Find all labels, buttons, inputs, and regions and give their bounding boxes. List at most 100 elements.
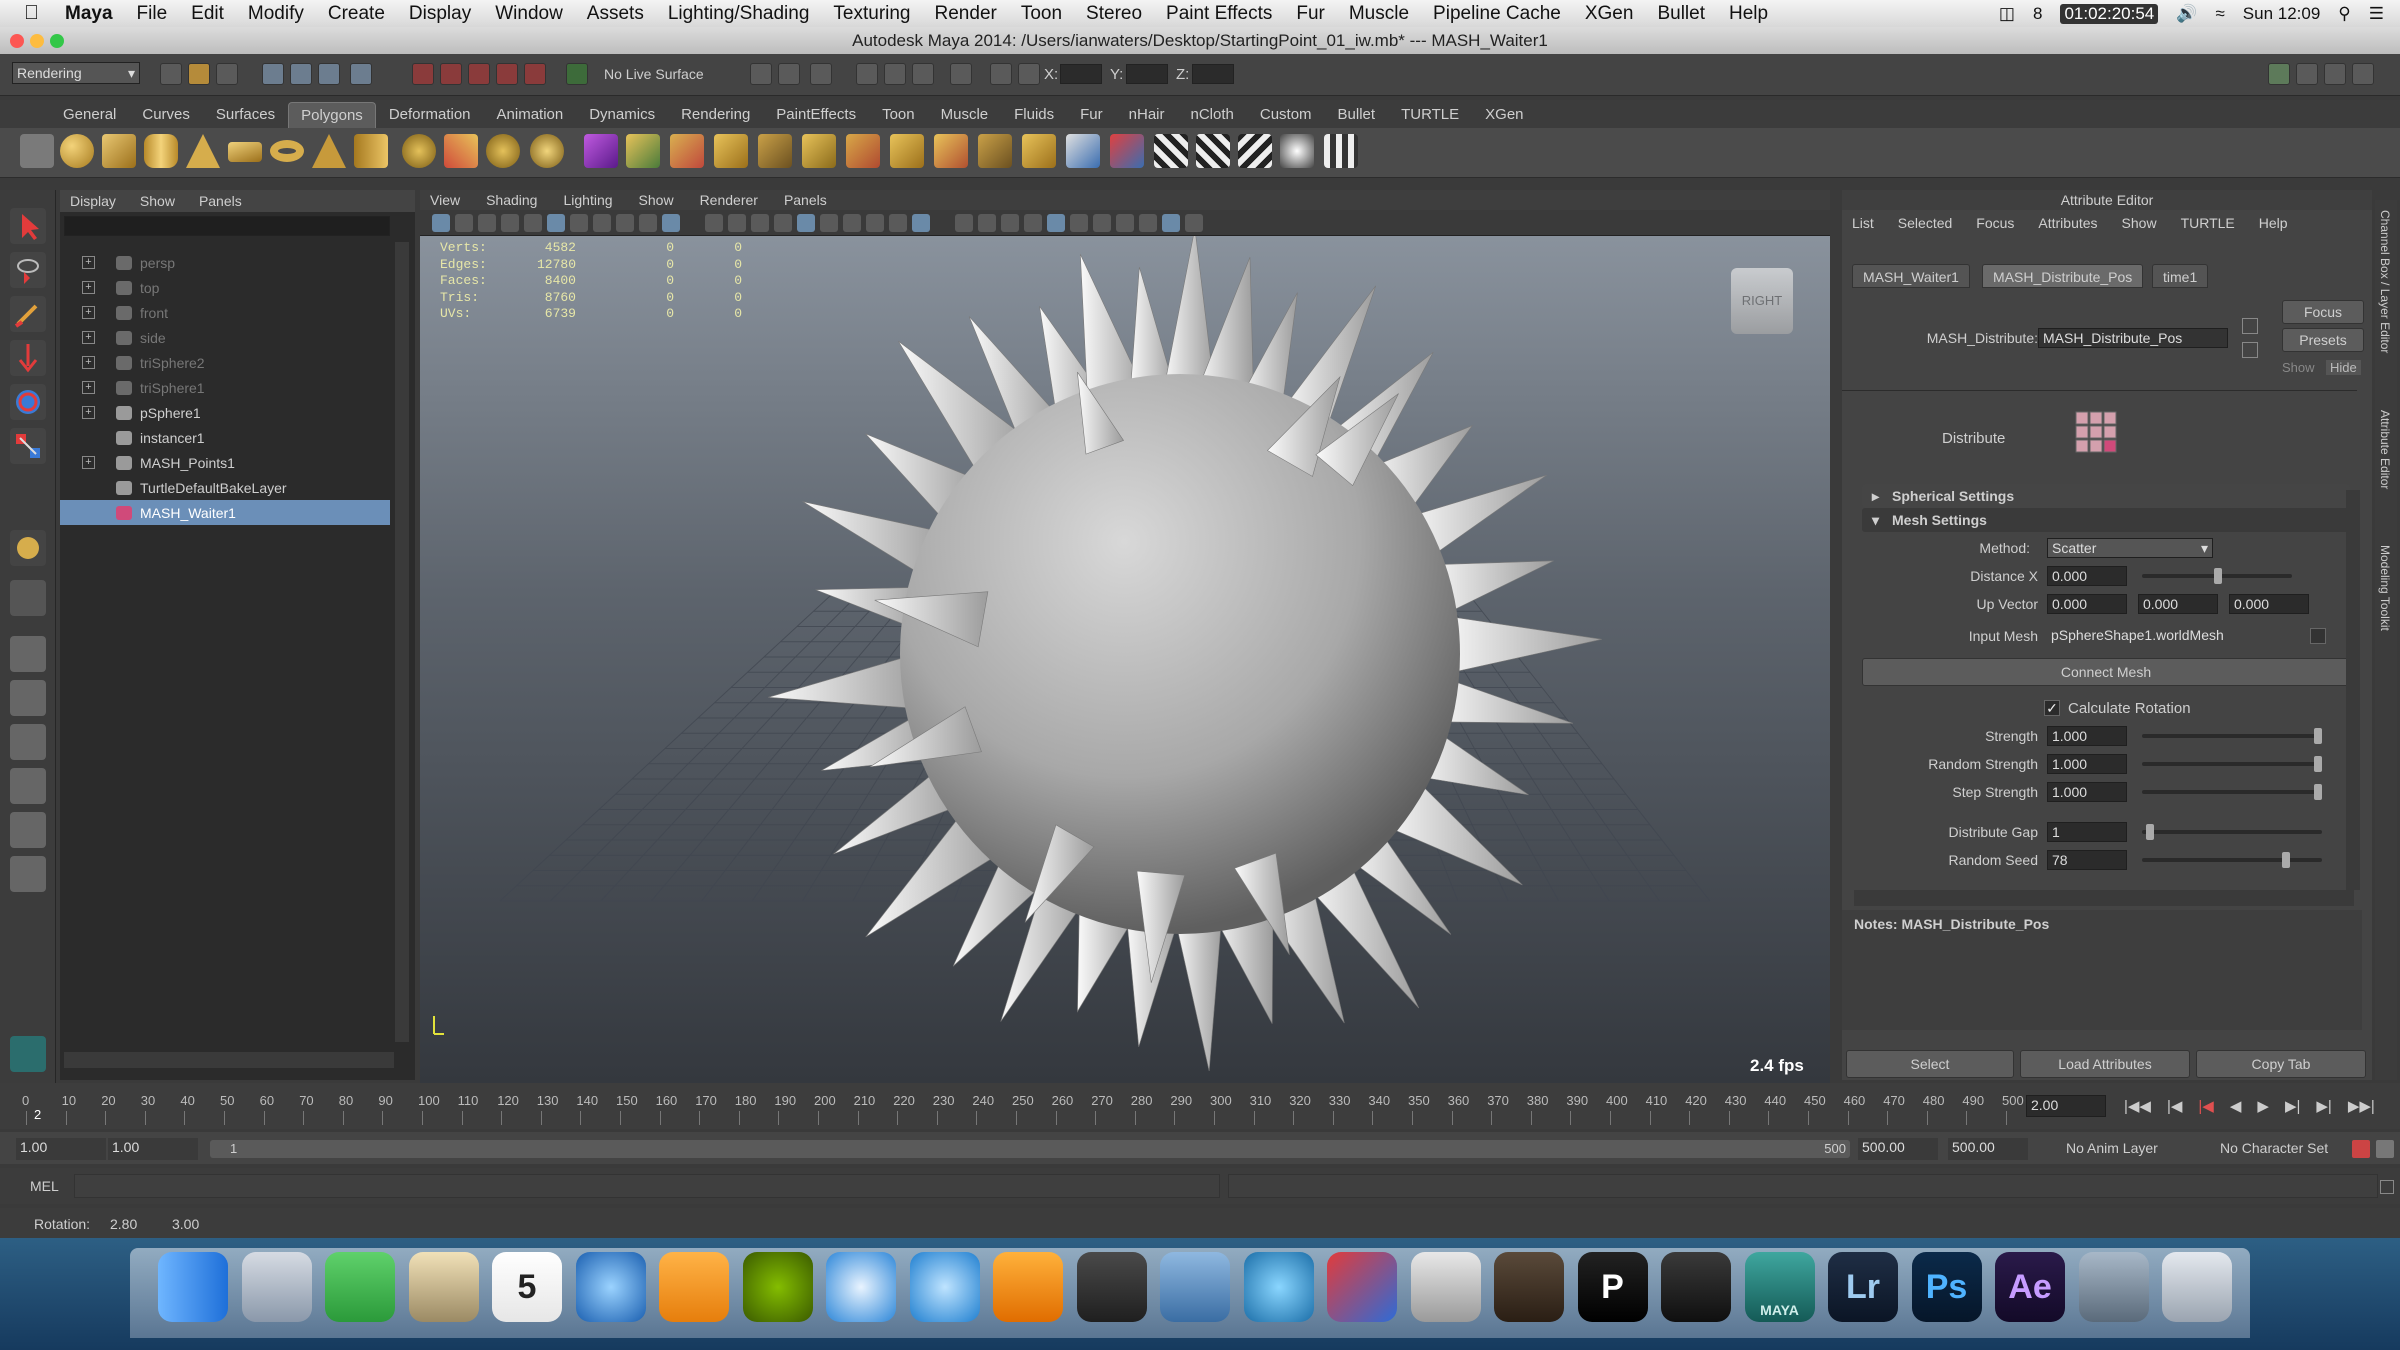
- snap-surface-icon[interactable]: [524, 63, 546, 85]
- live-surface-icon[interactable]: [566, 63, 588, 85]
- playback-end-field[interactable]: 500.00: [1858, 1138, 1938, 1160]
- distribute-gap-field[interactable]: 1: [2047, 822, 2127, 842]
- viewport-tool-icon[interactable]: [1162, 214, 1180, 232]
- step-forward-key-icon[interactable]: ▶|: [2316, 1097, 2331, 1115]
- shelf-tab-rendering[interactable]: Rendering: [668, 101, 763, 128]
- outliner-menu-show[interactable]: Show: [140, 193, 175, 209]
- shelf-options-icon[interactable]: [20, 134, 54, 168]
- wedge-icon[interactable]: [934, 134, 968, 168]
- checker-icon[interactable]: [1154, 134, 1188, 168]
- shelf-tab-custom[interactable]: Custom: [1247, 101, 1325, 128]
- shelf-tab-deformation[interactable]: Deformation: [376, 101, 484, 128]
- spotify-icon[interactable]: [742, 1252, 813, 1322]
- view-cube[interactable]: RIGHT: [1731, 268, 1793, 334]
- distance-x-field[interactable]: 0.000: [2047, 566, 2127, 586]
- expand-icon[interactable]: +: [82, 331, 95, 344]
- lightroom-icon[interactable]: Lr: [1828, 1252, 1898, 1322]
- distribute-gap-slider[interactable]: [2142, 824, 2322, 840]
- attribute-hscrollbar[interactable]: [1854, 890, 2354, 906]
- last-tool-icon[interactable]: [10, 580, 46, 616]
- toggle-channel-box-icon[interactable]: [2324, 63, 2346, 85]
- menu-display[interactable]: Display: [397, 3, 483, 25]
- calendar-icon[interactable]: 5: [492, 1252, 562, 1322]
- render-layout-icon[interactable]: [10, 856, 46, 892]
- poly-torus-icon[interactable]: [270, 140, 304, 162]
- mash-icon[interactable]: [584, 134, 618, 168]
- offset-icon[interactable]: [1022, 134, 1056, 168]
- animation-preferences-icon[interactable]: [2376, 1140, 2394, 1158]
- photoshop-icon[interactable]: Ps: [1911, 1252, 1982, 1322]
- vlc-icon[interactable]: [993, 1252, 1063, 1322]
- outliner-item[interactable]: TurtleDefaultBakeLayer: [60, 475, 390, 500]
- focus-button[interactable]: Focus: [2282, 300, 2364, 324]
- save-scene-icon[interactable]: [216, 63, 238, 85]
- attr-menu-attributes[interactable]: Attributes: [2038, 215, 2097, 231]
- render-frame-icon[interactable]: [856, 63, 878, 85]
- uv-sphere-icon[interactable]: [1280, 134, 1314, 168]
- outliner-item[interactable]: + triSphere2: [60, 350, 390, 375]
- outliner-menu-display[interactable]: Display: [70, 193, 116, 209]
- ink-icon[interactable]: [1661, 1252, 1731, 1322]
- menu-file[interactable]: File: [125, 3, 180, 25]
- current-time-field[interactable]: 2.00: [2026, 1095, 2106, 1117]
- viewport-tool-icon[interactable]: [774, 214, 792, 232]
- text-icon[interactable]: [1410, 1252, 1481, 1322]
- y-field[interactable]: [1126, 64, 1168, 84]
- viewport-tool-icon[interactable]: [455, 214, 473, 232]
- random-seed-field[interactable]: 78: [2047, 850, 2127, 870]
- viewport-tool-icon[interactable]: [955, 214, 973, 232]
- select-object-icon[interactable]: [290, 63, 312, 85]
- shelf-tab-xgen[interactable]: XGen: [1472, 101, 1536, 128]
- step-forward-frame-icon[interactable]: ▶|: [2285, 1097, 2300, 1115]
- attr-menu-turtle[interactable]: TURTLE: [2181, 215, 2235, 231]
- notes-area[interactable]: Notes: MASH_Distribute_Pos: [1842, 910, 2362, 1030]
- mel-label[interactable]: MEL: [30, 1178, 59, 1194]
- viewport-menu-panels[interactable]: Panels: [784, 192, 827, 208]
- select-button[interactable]: Select: [1846, 1050, 2014, 1078]
- menu-assets[interactable]: Assets: [575, 3, 656, 25]
- paint-select-icon[interactable]: [10, 296, 46, 332]
- viewport-tool-icon[interactable]: [524, 214, 542, 232]
- hide-button[interactable]: Hide: [2326, 360, 2361, 375]
- notifications-icon[interactable]: ☰: [2369, 4, 2384, 24]
- z-field[interactable]: [1192, 64, 1234, 84]
- transform-mode-icon[interactable]: [990, 63, 1012, 85]
- viewport-tool-icon[interactable]: [866, 214, 884, 232]
- wifi-icon[interactable]: ≈: [2215, 4, 2224, 24]
- go-to-end-icon[interactable]: ▶▶|: [2348, 1097, 2375, 1115]
- viewport-tool-icon[interactable]: [1024, 214, 1042, 232]
- select-tool-icon[interactable]: [10, 208, 46, 244]
- render-view-icon[interactable]: [810, 63, 832, 85]
- viewport-tool-icon[interactable]: [1093, 214, 1111, 232]
- expand-icon[interactable]: +: [82, 356, 95, 369]
- viewport-tool-icon[interactable]: [639, 214, 657, 232]
- viewport-menu-view[interactable]: View: [430, 192, 460, 208]
- select-hierarchy-icon[interactable]: [262, 63, 284, 85]
- expand-icon[interactable]: +: [82, 306, 95, 319]
- step-back-key-icon[interactable]: |◀: [2167, 1097, 2182, 1115]
- random-seed-slider[interactable]: [2142, 852, 2322, 868]
- play-backward-icon[interactable]: ◀: [2230, 1097, 2242, 1115]
- film-icon[interactable]: [2078, 1252, 2149, 1322]
- poly-cone-icon[interactable]: [186, 134, 220, 168]
- end-time-field[interactable]: 500.00: [1948, 1138, 2028, 1160]
- snap-point-icon[interactable]: [468, 63, 490, 85]
- outliner-item[interactable]: + top: [60, 275, 390, 300]
- hypershade-layout-icon[interactable]: [10, 812, 46, 848]
- mel-input[interactable]: [74, 1174, 1220, 1198]
- strength-field[interactable]: 1.000: [2047, 726, 2127, 746]
- imovie-icon[interactable]: [1494, 1252, 1564, 1322]
- expand-icon[interactable]: +: [82, 256, 95, 269]
- viewport-tool-icon[interactable]: [501, 214, 519, 232]
- viewport-tool-icon[interactable]: [889, 214, 907, 232]
- x-field[interactable]: [1060, 64, 1102, 84]
- character-set-select[interactable]: No Character Set: [2220, 1140, 2328, 1156]
- menu-edit[interactable]: Edit: [179, 3, 236, 25]
- shelf-tab-fur[interactable]: Fur: [1067, 101, 1116, 128]
- vray-icon[interactable]: [1327, 1252, 1397, 1322]
- side-tab-channel-box[interactable]: Channel Box / Layer Editor: [2378, 210, 2392, 353]
- battery-timer[interactable]: 01:02:20:54: [2060, 3, 2159, 24]
- badge-count[interactable]: 8: [2033, 4, 2042, 24]
- up-vector-x-field[interactable]: 0.000: [2047, 594, 2127, 614]
- outliner-item[interactable]: + front: [60, 300, 390, 325]
